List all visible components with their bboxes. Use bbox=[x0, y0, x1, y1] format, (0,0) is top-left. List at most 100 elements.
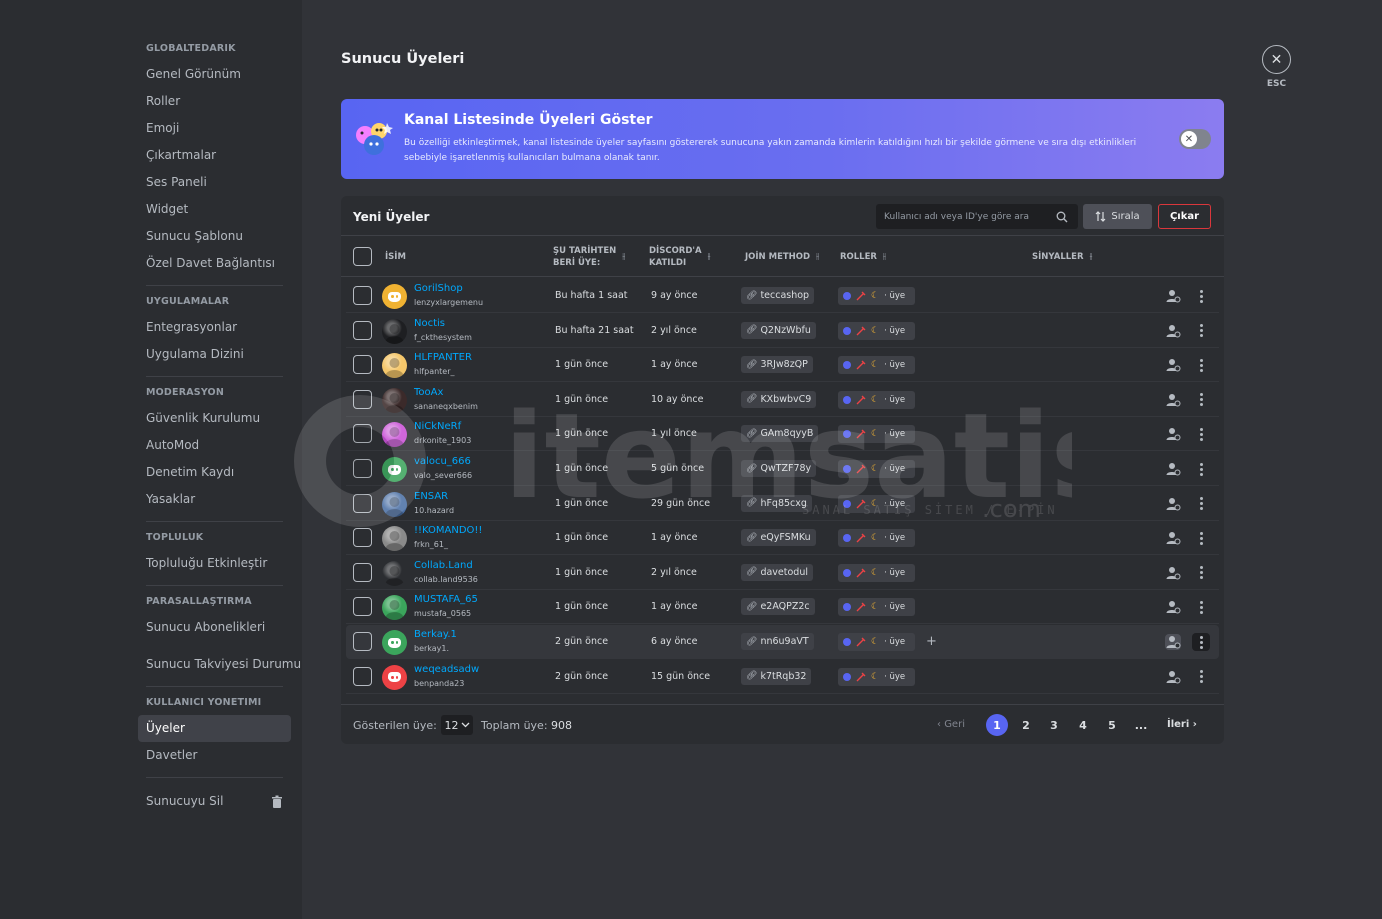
row-checkbox[interactable] bbox=[353, 424, 372, 444]
page-size-select[interactable]: 12 bbox=[441, 715, 473, 735]
table-row[interactable]: TooAx sananeqxbenim 1 gün önce 10 ay önce 🔗︎… bbox=[346, 383, 1219, 417]
member-display-name[interactable]: HLFPANTER bbox=[414, 352, 472, 363]
join-method-invite[interactable]: 🔗︎ teccashop bbox=[741, 287, 815, 304]
filter-icon[interactable]: ⫲ bbox=[708, 251, 711, 263]
member-search-input[interactable] bbox=[876, 211, 1052, 222]
member-roles[interactable]: ☾ · üye bbox=[838, 390, 915, 409]
select-all-checkbox[interactable] bbox=[353, 247, 372, 266]
member-roles[interactable]: ☾ · üye bbox=[838, 667, 915, 686]
sort-button[interactable]: Sırala bbox=[1083, 204, 1152, 229]
user-profile-icon[interactable] bbox=[1165, 288, 1181, 304]
member-roles[interactable]: ☾ · üye bbox=[838, 460, 915, 478]
row-checkbox[interactable] bbox=[353, 528, 372, 548]
table-row[interactable]: weqeadsadw benpanda23 2 gün önce 15 gün önc… bbox=[346, 660, 1219, 694]
page-button-2[interactable]: 2 bbox=[1015, 714, 1037, 736]
sidebar-item-uyeler[interactable]: Üyeler bbox=[138, 715, 291, 742]
join-method-invite[interactable]: 🔗︎ nn6u9aVT bbox=[741, 633, 814, 650]
row-checkbox[interactable] bbox=[353, 562, 372, 582]
page-button-3[interactable]: 3 bbox=[1043, 714, 1065, 736]
sidebar-item-guvenlik-kurulumu[interactable]: Güvenlik Kurulumu bbox=[138, 405, 291, 432]
join-method-invite[interactable]: 🔗︎ hFq85cxg bbox=[741, 494, 812, 512]
sidebar-item-toplulugu-etkinlestir[interactable]: Topluluğu Etkinleştir bbox=[138, 550, 291, 577]
page-button-4[interactable]: 4 bbox=[1072, 714, 1094, 736]
member-display-name[interactable]: TooAx bbox=[414, 387, 443, 398]
table-row[interactable]: ENSAR 10.hazard 1 gün önce 29 gün önce 🔗︎ hFq… bbox=[346, 487, 1219, 521]
user-profile-icon[interactable] bbox=[1165, 496, 1181, 512]
user-profile-icon[interactable] bbox=[1165, 426, 1181, 442]
sidebar-item-automod[interactable]: AutoMod bbox=[138, 432, 291, 459]
row-checkbox[interactable] bbox=[353, 597, 372, 617]
sidebar-item-emoji[interactable]: Emoji bbox=[138, 115, 291, 142]
avatar[interactable] bbox=[382, 491, 407, 517]
more-options-icon[interactable] bbox=[1192, 495, 1210, 513]
user-profile-icon[interactable] bbox=[1165, 634, 1181, 650]
sidebar-item-yasaklar[interactable]: Yasaklar bbox=[138, 486, 291, 513]
sidebar-item-uygulama-dizini[interactable]: Uygulama Dizini bbox=[138, 341, 291, 368]
table-row[interactable]: Berkay.1 berkay1. 2 gün önce 6 ay önce 🔗︎ nn6… bbox=[346, 625, 1219, 659]
delete-server-button[interactable]: Sunucuyu Sil bbox=[138, 788, 291, 815]
member-roles[interactable]: ☾ · üye bbox=[838, 529, 915, 548]
user-profile-icon[interactable] bbox=[1165, 323, 1181, 339]
sidebar-item-ozel-davet-baglantisi[interactable]: Özel Davet Bağlantısı bbox=[138, 250, 291, 277]
sidebar-item-davetler[interactable]: Davetler bbox=[138, 742, 291, 769]
member-display-name[interactable]: MUSTAFA_65 bbox=[414, 594, 478, 605]
join-method-invite[interactable]: 🔗︎ QwTZF78y bbox=[741, 460, 817, 477]
member-roles[interactable]: ☾ · üye bbox=[838, 598, 915, 617]
join-method-invite[interactable]: 🔗︎ davetodul bbox=[741, 563, 813, 581]
column-joined-discord[interactable]: DİSCORD'A KATILDI ⫲ bbox=[649, 245, 711, 269]
avatar[interactable] bbox=[382, 422, 407, 448]
avatar[interactable] bbox=[382, 630, 407, 655]
user-profile-icon[interactable] bbox=[1165, 530, 1181, 546]
table-row[interactable]: HLFPANTER hlfpanter_ 1 gün önce 1 ay önce 🔗︎… bbox=[346, 348, 1219, 383]
sidebar-item-sunucu-abonelikleri[interactable]: Sunucu Abonelikleri bbox=[138, 614, 291, 641]
user-profile-icon[interactable] bbox=[1165, 392, 1181, 408]
member-roles[interactable]: ☾ · üye bbox=[838, 287, 915, 305]
close-settings-button[interactable]: ✕ ESC bbox=[1262, 45, 1291, 89]
user-profile-icon[interactable] bbox=[1165, 565, 1181, 581]
member-roles[interactable]: ☾ · üye bbox=[838, 563, 915, 582]
avatar[interactable] bbox=[382, 353, 407, 379]
row-checkbox[interactable] bbox=[353, 666, 372, 686]
sidebar-item-sunucu-sablonu[interactable]: Sunucu Şablonu bbox=[138, 223, 291, 250]
more-options-icon[interactable] bbox=[1192, 391, 1210, 409]
member-display-name[interactable]: !!KOMANDO!! bbox=[414, 525, 482, 536]
row-checkbox[interactable] bbox=[353, 286, 372, 305]
join-method-invite[interactable]: 🔗︎ Q2NzWbfu bbox=[741, 321, 816, 339]
more-options-icon[interactable] bbox=[1192, 425, 1210, 443]
page-button-1[interactable]: 1 bbox=[986, 714, 1008, 736]
row-checkbox[interactable] bbox=[353, 355, 372, 375]
add-role-button[interactable]: + bbox=[922, 632, 941, 651]
member-search[interactable] bbox=[876, 204, 1078, 229]
avatar[interactable] bbox=[382, 595, 407, 621]
row-checkbox[interactable] bbox=[353, 493, 372, 513]
join-method-invite[interactable]: 🔗︎ GAm8qyyB bbox=[741, 425, 819, 443]
more-options-icon[interactable] bbox=[1192, 322, 1210, 340]
member-display-name[interactable]: ENSAR bbox=[414, 491, 448, 502]
more-options-icon[interactable] bbox=[1192, 460, 1210, 478]
table-row[interactable]: NiCkNeRf drkonite_1903 1 gün önce 1 yıl önc… bbox=[346, 417, 1219, 452]
table-row[interactable]: valocu_666 valo_sever666 1 gün önce 5 gün ö… bbox=[346, 452, 1219, 486]
sidebar-item-ses-paneli[interactable]: Ses Paneli bbox=[138, 169, 291, 196]
row-checkbox[interactable] bbox=[353, 320, 372, 340]
join-method-invite[interactable]: 🔗︎ KXbwbvC9 bbox=[741, 390, 817, 408]
sidebar-item-widget[interactable]: Widget bbox=[138, 196, 291, 223]
filter-icon[interactable]: ⫲ bbox=[816, 251, 819, 263]
avatar[interactable] bbox=[382, 387, 407, 413]
member-display-name[interactable]: GorilShop bbox=[414, 283, 463, 294]
avatar[interactable] bbox=[382, 318, 407, 344]
table-row[interactable]: !!KOMANDO!! frkn_61_ 1 gün önce 1 ay önce 🔗︎… bbox=[346, 521, 1219, 556]
filter-icon[interactable]: ⫲ bbox=[622, 251, 625, 263]
search-icon[interactable] bbox=[1056, 211, 1068, 223]
more-options-icon[interactable] bbox=[1192, 287, 1210, 305]
join-method-invite[interactable]: 🔗︎ eQyFSMKu bbox=[741, 529, 816, 547]
column-roles[interactable]: ROLLER ⫲ bbox=[840, 251, 886, 263]
sidebar-item-roller[interactable]: Roller bbox=[138, 88, 291, 115]
show-members-toggle[interactable]: ✕ bbox=[1179, 129, 1211, 149]
sidebar-item-denetim-kaydi[interactable]: Denetim Kaydı bbox=[138, 459, 291, 486]
member-display-name[interactable]: valocu_666 bbox=[414, 456, 471, 467]
user-profile-icon[interactable] bbox=[1165, 461, 1181, 477]
more-options-icon[interactable] bbox=[1192, 529, 1210, 547]
close-icon[interactable]: ✕ bbox=[1262, 45, 1291, 74]
sidebar-item-cikartmalar[interactable]: Çıkartmalar bbox=[138, 142, 291, 169]
more-options-icon[interactable] bbox=[1192, 356, 1210, 374]
